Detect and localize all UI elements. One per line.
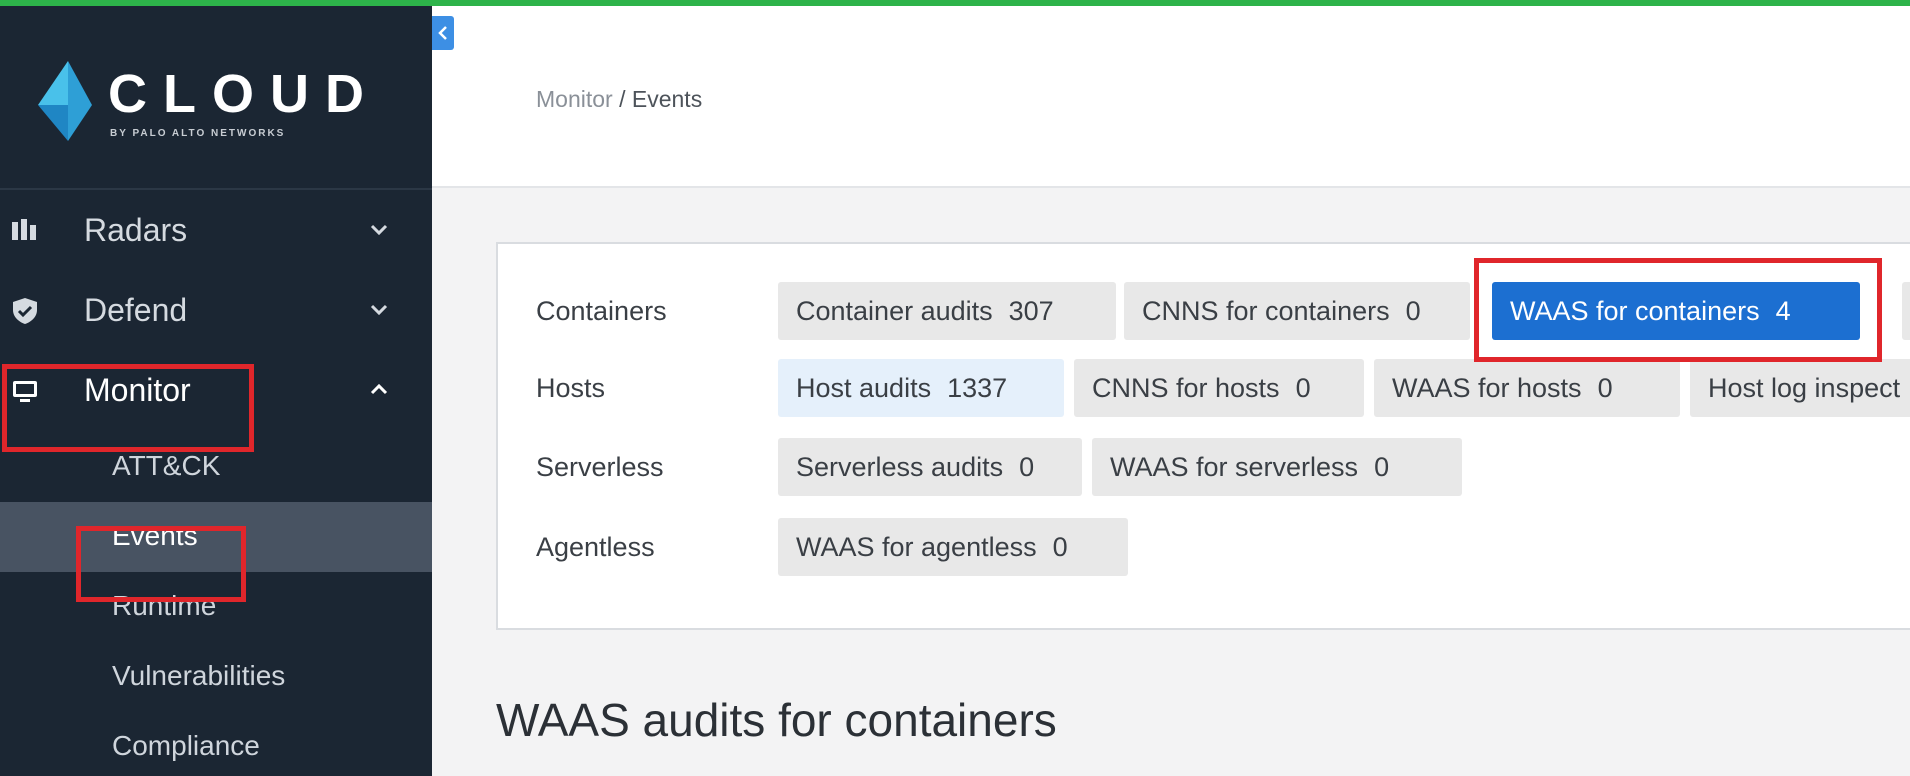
sidebar-subitem-label: Vulnerabilities <box>112 660 286 691</box>
sidebar-item-label: Monitor <box>84 372 191 408</box>
chip-count: 0 <box>1597 373 1613 403</box>
sidebar-subitem-compliance[interactable]: Compliance <box>0 712 432 776</box>
breadcrumb-link-monitor[interactable]: Monitor <box>536 86 613 112</box>
sidebar-item-label: Defend <box>84 292 188 328</box>
breadcrumb: Monitor / Events <box>536 86 702 113</box>
chip-label: WAAS for containers <box>1510 296 1760 326</box>
chip-truncated[interactable]: Tr <box>1902 282 1910 340</box>
chip-serverless-audits[interactable]: Serverless audits 0 <box>778 438 1082 496</box>
chip-label: Container audits <box>796 296 993 326</box>
chip-label: Host audits <box>796 373 932 403</box>
chip-count: 0 <box>1052 532 1068 562</box>
chevron-left-icon <box>438 26 447 40</box>
sidebar-subitem-label: ATT&CK <box>112 450 221 481</box>
sidebar-subitem-runtime[interactable]: Runtime <box>0 572 432 642</box>
sidebar-subitem-label: Compliance <box>112 730 260 761</box>
chevron-down-icon <box>370 304 388 316</box>
chip-host-audits[interactable]: Host audits 1337 <box>778 359 1064 417</box>
sidebar-subitem-attck[interactable]: ATT&CK <box>0 432 432 502</box>
chip-count: 4 <box>1775 296 1791 326</box>
chip-waas-for-agentless[interactable]: WAAS for agentless 0 <box>778 518 1128 576</box>
chip-count: 0 <box>1019 452 1035 482</box>
chip-label: WAAS for serverless <box>1110 452 1359 482</box>
page-title: WAAS audits for containers <box>496 694 1057 746</box>
chip-label: Host log inspect <box>1708 373 1901 403</box>
sidebar-subitem-label: Events <box>112 520 198 551</box>
prisma-logo-icon <box>38 61 92 141</box>
sidebar-item-label: Radars <box>84 212 188 248</box>
chip-count: 307 <box>1008 296 1054 326</box>
chip-count: 0 <box>1295 373 1311 403</box>
shield-check-icon <box>13 298 37 324</box>
sidebar-item-monitor[interactable]: Monitor <box>0 352 432 432</box>
chip-container-audits[interactable]: Container audits 307 <box>778 282 1116 340</box>
filter-row-label-agentless: Agentless <box>536 532 655 562</box>
sidebar: CLOUD BY PALO ALTO NETWORKS Radars Defen… <box>0 6 432 776</box>
filter-row-label-hosts: Hosts <box>536 373 606 403</box>
chip-count: 0 <box>1374 452 1390 482</box>
page-header: Monitor / Events <box>432 6 1910 188</box>
brand-name: CLOUD <box>108 64 380 124</box>
event-type-filter-panel: Containers Hosts Serverless Agentless Co… <box>496 242 1910 630</box>
filter-row-label-containers: Containers <box>536 296 667 326</box>
radar-bars-icon <box>12 219 36 240</box>
sidebar-subitem-vulnerabilities[interactable]: Vulnerabilities <box>0 642 432 712</box>
chip-waas-for-containers[interactable]: WAAS for containers 4 <box>1492 282 1860 340</box>
top-accent-line <box>0 0 1910 6</box>
sidebar-item-radars[interactable]: Radars <box>0 192 432 272</box>
sidebar-collapse-button[interactable] <box>432 16 454 50</box>
chip-label: CNNS for containers <box>1142 296 1390 326</box>
chip-label: WAAS for hosts <box>1392 373 1582 403</box>
brand-logo[interactable]: CLOUD BY PALO ALTO NETWORKS <box>0 6 432 190</box>
chip-label: CNNS for hosts <box>1092 373 1280 403</box>
chip-label: Serverless audits <box>796 452 1004 482</box>
sidebar-subitem-events[interactable]: Events <box>0 502 432 572</box>
chip-count: 1337 <box>947 373 1008 403</box>
chevron-down-icon <box>370 224 388 236</box>
chevron-up-icon <box>370 383 388 395</box>
chip-count: 0 <box>1405 296 1421 326</box>
breadcrumb-separator: / <box>612 86 632 112</box>
chip-cnns-for-containers[interactable]: CNNS for containers 0 <box>1124 282 1470 340</box>
sidebar-subitem-label: Runtime <box>112 590 217 621</box>
chip-waas-for-serverless[interactable]: WAAS for serverless 0 <box>1092 438 1462 496</box>
chip-host-log-inspection[interactable]: Host log inspect <box>1690 359 1910 417</box>
brand-subtitle: BY PALO ALTO NETWORKS <box>110 128 286 139</box>
breadcrumb-current: Events <box>631 86 703 112</box>
sidebar-item-defend[interactable]: Defend <box>0 272 432 352</box>
chip-label: WAAS for agentless <box>796 532 1037 562</box>
filter-row-label-serverless: Serverless <box>536 452 664 482</box>
monitor-icon <box>13 381 37 402</box>
chip-cnns-for-hosts[interactable]: CNNS for hosts 0 <box>1074 359 1364 417</box>
chip-waas-for-hosts[interactable]: WAAS for hosts 0 <box>1374 359 1680 417</box>
